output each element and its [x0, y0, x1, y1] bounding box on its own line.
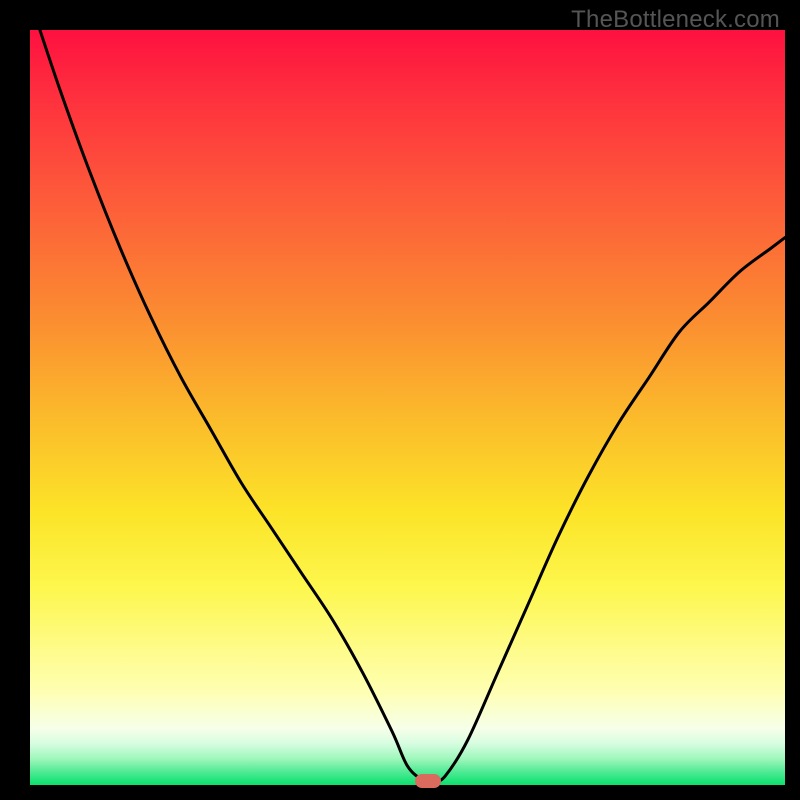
bottleneck-curve-path [30, 0, 785, 782]
gradient-plot-area [30, 30, 785, 785]
minimum-marker [415, 774, 441, 788]
bottleneck-curve-svg [30, 30, 785, 785]
watermark-text: TheBottleneck.com [571, 6, 780, 34]
chart-stage: TheBottleneck.com [0, 0, 800, 800]
